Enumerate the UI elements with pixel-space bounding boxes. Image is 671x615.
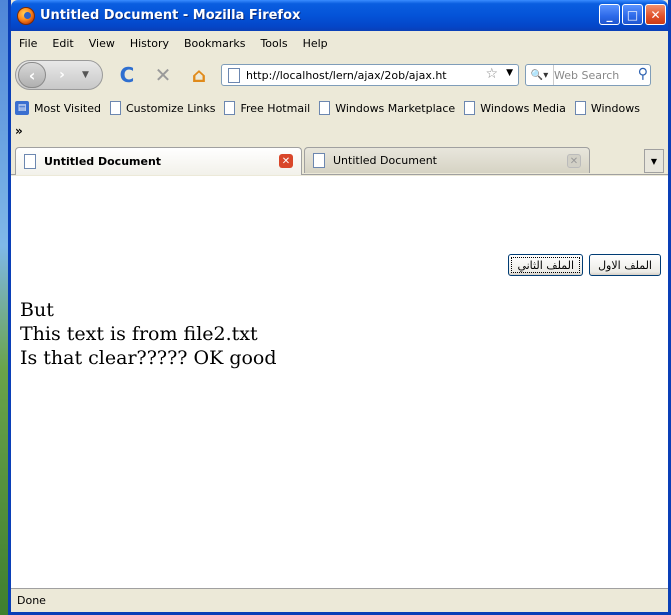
page-icon: [574, 101, 586, 115]
close-tab-icon[interactable]: ✕: [567, 154, 581, 168]
close-window-button[interactable]: ✕: [645, 4, 666, 25]
file-buttons: الملف الثاني الملف الاول: [508, 254, 661, 276]
close-tab-icon[interactable]: ✕: [279, 154, 293, 168]
page-icon: [464, 101, 476, 115]
page-icon: [228, 67, 240, 83]
page-icon: [313, 153, 325, 168]
firefox-logo-icon: [17, 6, 35, 25]
search-engine-selector-icon[interactable]: 🔍▾: [526, 65, 554, 85]
tab-label: Untitled Document: [44, 155, 162, 168]
back-forward-group: ‹ › ▼: [15, 60, 103, 90]
url-dropdown-icon[interactable]: ▼: [506, 68, 513, 78]
page-icon: [224, 101, 236, 115]
bookmark-customize-links[interactable]: Customize Links: [109, 101, 216, 115]
search-box[interactable]: 🔍▾ Web Search ⚲: [525, 64, 651, 86]
text-line: Is that clear????? OK good: [20, 347, 277, 369]
status-bar: Done: [11, 588, 668, 612]
bookmark-windows-media[interactable]: Windows Media: [464, 101, 566, 115]
bookmark-star-icon[interactable]: ☆: [485, 66, 498, 82]
back-button[interactable]: ‹: [18, 62, 46, 88]
bookmark-windows-marketplace[interactable]: Windows Marketplace: [319, 101, 455, 115]
menu-file[interactable]: File: [19, 37, 37, 50]
bookmark-windows[interactable]: Windows: [574, 101, 640, 115]
reload-icon[interactable]: C: [115, 63, 139, 87]
forward-button[interactable]: ›: [52, 66, 72, 84]
page-icon: [109, 101, 121, 115]
text-line: But: [20, 299, 54, 321]
window-title: Untitled Document - Mozilla Firefox: [40, 8, 301, 23]
status-text: Done: [17, 594, 46, 607]
search-placeholder: Web Search: [554, 68, 620, 82]
url-text: http://localhost/lern/ajax/2ob/ajax.ht: [246, 68, 447, 82]
url-bar[interactable]: http://localhost/lern/ajax/2ob/ajax.ht ☆…: [221, 64, 519, 86]
bookmark-label: Customize Links: [125, 101, 216, 115]
menu-view[interactable]: View: [89, 37, 115, 50]
navigation-toolbar: ‹ › ▼ C ✕ ⌂ http://localhost/lern/ajax/2…: [11, 55, 668, 95]
menu-edit[interactable]: Edit: [52, 37, 73, 50]
bookmark-label: Free Hotmail: [240, 101, 311, 115]
menu-history[interactable]: History: [130, 37, 169, 50]
menu-help[interactable]: Help: [303, 37, 328, 50]
first-file-button[interactable]: الملف الاول: [589, 254, 661, 276]
second-file-button[interactable]: الملف الثاني: [508, 254, 584, 276]
window-controls: _ □ ✕: [599, 4, 666, 25]
home-icon[interactable]: ⌂: [187, 63, 211, 87]
title-bar[interactable]: Untitled Document - Mozilla Firefox _ □ …: [11, 0, 668, 31]
search-icon[interactable]: ⚲: [638, 66, 648, 82]
browser-window: Untitled Document - Mozilla Firefox _ □ …: [8, 0, 671, 615]
menu-tools[interactable]: Tools: [260, 37, 287, 50]
bookmark-label: Most Visited: [34, 101, 101, 115]
stop-icon[interactable]: ✕: [151, 63, 175, 87]
text-line: This text is from file2.txt: [20, 323, 258, 345]
menu-bar: File Edit View History Bookmarks Tools H…: [11, 31, 668, 55]
bookmark-most-visited[interactable]: ▤ Most Visited: [15, 101, 101, 115]
history-dropdown-icon[interactable]: ▼: [82, 70, 89, 80]
bookmarks-toolbar: ▤ Most Visited Customize Links Free Hotm…: [11, 95, 668, 121]
tab-untitled-document[interactable]: Untitled Document ✕: [304, 147, 590, 173]
bookmark-label: Windows Media: [480, 101, 566, 115]
bookmark-free-hotmail[interactable]: Free Hotmail: [224, 101, 310, 115]
tab-untitled-document-active[interactable]: Untitled Document ✕: [15, 147, 302, 175]
most-visited-icon: ▤: [15, 101, 29, 115]
tab-label: Untitled Document: [333, 154, 437, 167]
maximize-button[interactable]: □: [622, 4, 643, 25]
page-content: الملف الثاني الملف الاول But This text i…: [11, 176, 668, 588]
minimize-button[interactable]: _: [599, 4, 620, 25]
loaded-text: But This text is from file2.txt Is that …: [20, 298, 277, 370]
page-icon: [24, 154, 36, 169]
tab-list-dropdown-icon[interactable]: ▼: [644, 149, 664, 173]
bookmark-label: Windows Marketplace: [335, 101, 456, 115]
bookmarks-overflow-chevron[interactable]: »: [11, 121, 668, 141]
bookmark-label: Windows: [590, 101, 640, 115]
tab-strip: Untitled Document ✕ Untitled Document ✕ …: [11, 145, 668, 175]
menu-bookmarks[interactable]: Bookmarks: [184, 37, 245, 50]
page-icon: [319, 101, 331, 115]
